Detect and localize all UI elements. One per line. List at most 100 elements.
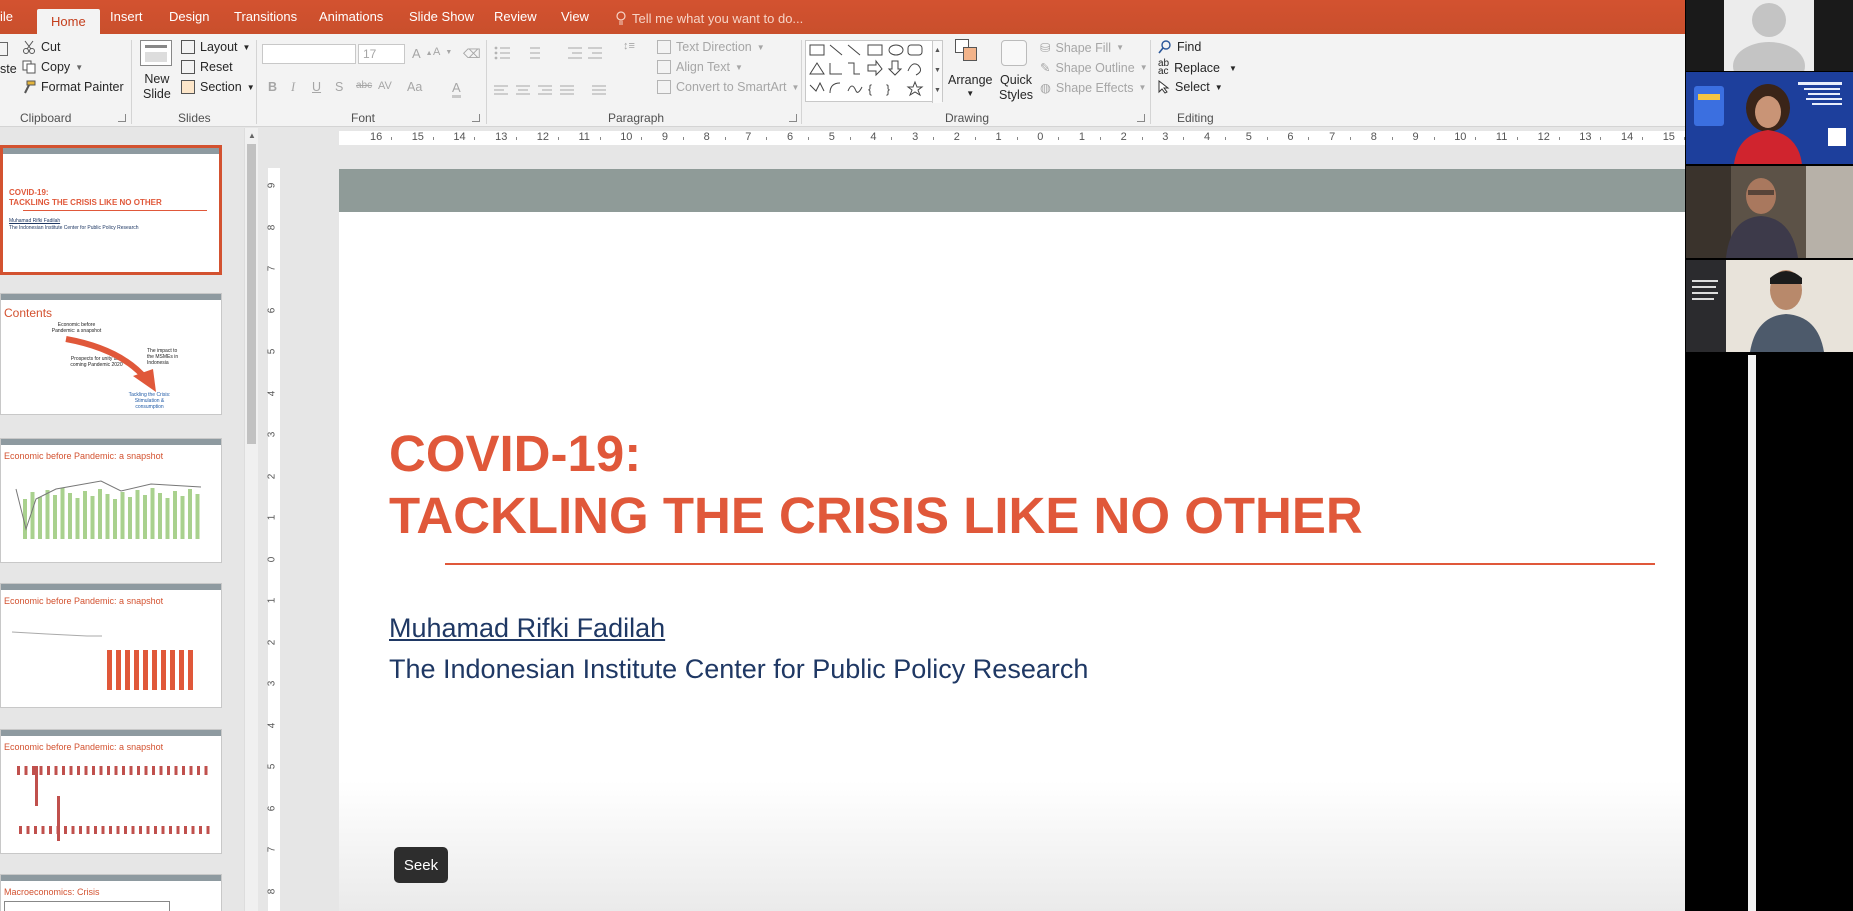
font-name-input[interactable] bbox=[262, 44, 356, 64]
scroll-up-icon[interactable]: ▲ bbox=[248, 131, 256, 140]
participant-tile-1[interactable] bbox=[1686, 0, 1853, 71]
ruler-tick bbox=[641, 137, 643, 140]
ruler-tick-label: 1 bbox=[266, 597, 278, 604]
ruler-tick-label: 5 bbox=[266, 348, 278, 355]
thumbnail-bar bbox=[84, 766, 88, 775]
ruler-tick-label: 13 bbox=[495, 131, 508, 143]
thumbnail-chart bbox=[17, 766, 210, 841]
strikethrough-button[interactable]: abc bbox=[356, 80, 372, 91]
drawing-launcher-icon[interactable] bbox=[1137, 114, 1145, 122]
new-slide-button[interactable]: New Slide bbox=[143, 72, 171, 102]
clear-format-icon[interactable]: ⌫ bbox=[463, 46, 481, 61]
slide-thumbnail-1[interactable]: COVID-19: TACKLING THE CRISIS LIKE NO OTH… bbox=[0, 145, 222, 275]
tab-transitions[interactable]: Transitions bbox=[234, 9, 297, 24]
slide-thumbnail-5[interactable]: Economic before Pandemic: a snapshot bbox=[0, 729, 222, 854]
ruler-tick-label: 12 bbox=[536, 131, 550, 143]
underline-button[interactable]: U bbox=[312, 80, 321, 94]
participant-tile-3[interactable] bbox=[1686, 166, 1853, 258]
tab-review[interactable]: Review bbox=[494, 9, 537, 24]
align-text-button[interactable]: Align Text ▼ bbox=[657, 60, 743, 74]
section-button[interactable]: Section ▼ bbox=[181, 80, 255, 94]
thumbnail-bar bbox=[158, 493, 162, 539]
slide-institution[interactable]: The Indonesian Institute Center for Publ… bbox=[389, 654, 1088, 685]
thumbnail-scrollbar[interactable]: ▲ bbox=[244, 128, 258, 911]
convert-smartart-button[interactable]: Convert to SmartArt ▼ bbox=[657, 80, 799, 94]
tab-view[interactable]: View bbox=[561, 9, 589, 24]
italic-button[interactable]: I bbox=[291, 80, 295, 95]
slide-thumbnail-4[interactable]: Economic before Pandemic: a snapshot bbox=[0, 583, 222, 708]
copy-button[interactable]: Copy ▼ bbox=[22, 60, 83, 74]
slide-thumbnail-2[interactable]: Contents Economic before Pandemic: a sna… bbox=[0, 293, 222, 415]
clipboard-launcher-icon[interactable] bbox=[118, 114, 126, 122]
slide-author[interactable]: Muhamad Rifki Fadilah bbox=[389, 613, 665, 644]
thumbnail-bar bbox=[184, 826, 187, 834]
cut-button[interactable]: Cut bbox=[22, 40, 60, 54]
tab-file[interactable]: ile bbox=[0, 9, 13, 24]
tell-me-search[interactable]: Tell me what you want to do... bbox=[615, 11, 803, 26]
ruler-tick-label: 3 bbox=[912, 131, 919, 143]
ruler-tick-label: 4 bbox=[266, 722, 278, 728]
editing-group-label: Editing bbox=[1177, 111, 1214, 125]
shrink-font-button[interactable]: A ▼ bbox=[433, 46, 452, 58]
thumbnail-bar bbox=[131, 826, 135, 834]
shape-fill-button[interactable]: ⛁ Shape Fill ▼ bbox=[1040, 40, 1124, 56]
ruler-tick-label: 3 bbox=[266, 431, 278, 438]
format-painter-button[interactable]: Format Painter bbox=[22, 80, 124, 94]
ruler-tick bbox=[1516, 137, 1518, 140]
shape-outline-button[interactable]: ✎ Shape Outline ▼ bbox=[1040, 60, 1148, 76]
shapes-scroll[interactable]: ▲ ▼ ▼ bbox=[932, 41, 942, 103]
layout-button[interactable]: Layout ▼ bbox=[181, 40, 250, 54]
line-spacing-button[interactable]: ↕≡ bbox=[623, 40, 635, 52]
ruler-tick-label: 4 bbox=[1204, 131, 1211, 143]
shape-effects-button[interactable]: ◍ Shape Effects ▼ bbox=[1040, 80, 1146, 96]
seek-tooltip: Seek bbox=[394, 847, 448, 883]
thumbnail-bar bbox=[39, 766, 43, 775]
ruler-tick bbox=[599, 137, 601, 140]
quick-styles-button[interactable]: Quick Styles bbox=[999, 73, 1033, 103]
tab-slide-show[interactable]: Slide Show bbox=[409, 9, 474, 24]
participant-tile-4[interactable] bbox=[1686, 260, 1853, 352]
participant-tile-2[interactable] bbox=[1686, 72, 1853, 164]
chevron-down-icon: ▼ bbox=[246, 82, 255, 92]
text-direction-button[interactable]: Text Direction ▼ bbox=[657, 40, 765, 54]
alignment-icons[interactable] bbox=[492, 84, 632, 98]
ruler-tick-label: 5 bbox=[266, 763, 278, 770]
thumbnail-bar bbox=[204, 766, 208, 775]
change-case-button[interactable]: Aa bbox=[407, 80, 422, 94]
shadow-button[interactable]: S bbox=[335, 80, 343, 94]
ruler-tick-label: 7 bbox=[745, 131, 752, 143]
shapes-gallery[interactable]: { } ▲ ▼ ▼ bbox=[805, 40, 943, 103]
ruler-tick bbox=[933, 137, 935, 140]
ruler-tick-label: 2 bbox=[266, 639, 278, 645]
tab-home[interactable]: Home bbox=[37, 9, 100, 34]
font-color-button[interactable]: A bbox=[452, 80, 461, 98]
font-launcher-icon[interactable] bbox=[472, 114, 480, 122]
slide-canvas[interactable]: COVID-19: TACKLING THE CRISIS LIKE NO OT… bbox=[339, 169, 1685, 911]
tab-design[interactable]: Design bbox=[169, 9, 209, 24]
thumbnail-header-bar bbox=[1, 439, 221, 445]
scrollbar-thumb[interactable] bbox=[247, 144, 256, 444]
font-size-input[interactable]: 17 bbox=[358, 44, 405, 64]
quick-styles-label-1: Quick bbox=[1000, 73, 1032, 87]
thumbnail-bar bbox=[41, 826, 45, 834]
list-indent-icons[interactable] bbox=[492, 45, 632, 61]
paste-button[interactable]: ste bbox=[0, 62, 17, 76]
find-button[interactable]: Find bbox=[1158, 40, 1201, 54]
ruler-tick-label: 15 bbox=[1662, 131, 1675, 143]
slide-thumbnail-6[interactable]: Macroeconomics: Crisis bbox=[0, 874, 222, 911]
tab-insert[interactable]: Insert bbox=[110, 9, 143, 24]
tab-animations[interactable]: Animations bbox=[319, 9, 383, 24]
slide-thumbnail-3[interactable]: Economic before Pandemic: a snapshot bbox=[0, 438, 222, 563]
slide-title[interactable]: COVID-19: TACKLING THE CRISIS LIKE NO OT… bbox=[389, 423, 1363, 547]
grow-font-button[interactable]: A ▲ bbox=[412, 46, 433, 61]
format-painter-label: Format Painter bbox=[41, 80, 124, 94]
bold-button[interactable]: B bbox=[268, 80, 277, 94]
char-spacing-icon[interactable]: AV bbox=[378, 80, 392, 92]
ruler-tick-label: 13 bbox=[1579, 131, 1592, 143]
arrange-button[interactable]: Arrange ▼ bbox=[948, 73, 992, 101]
select-button[interactable]: Select ▼ bbox=[1158, 80, 1223, 94]
paragraph-launcher-icon[interactable] bbox=[789, 114, 797, 122]
thumbnail-bar bbox=[64, 826, 67, 834]
replace-button[interactable]: ab ac Replace ▼ bbox=[1158, 59, 1237, 77]
reset-button[interactable]: Reset bbox=[181, 60, 233, 74]
